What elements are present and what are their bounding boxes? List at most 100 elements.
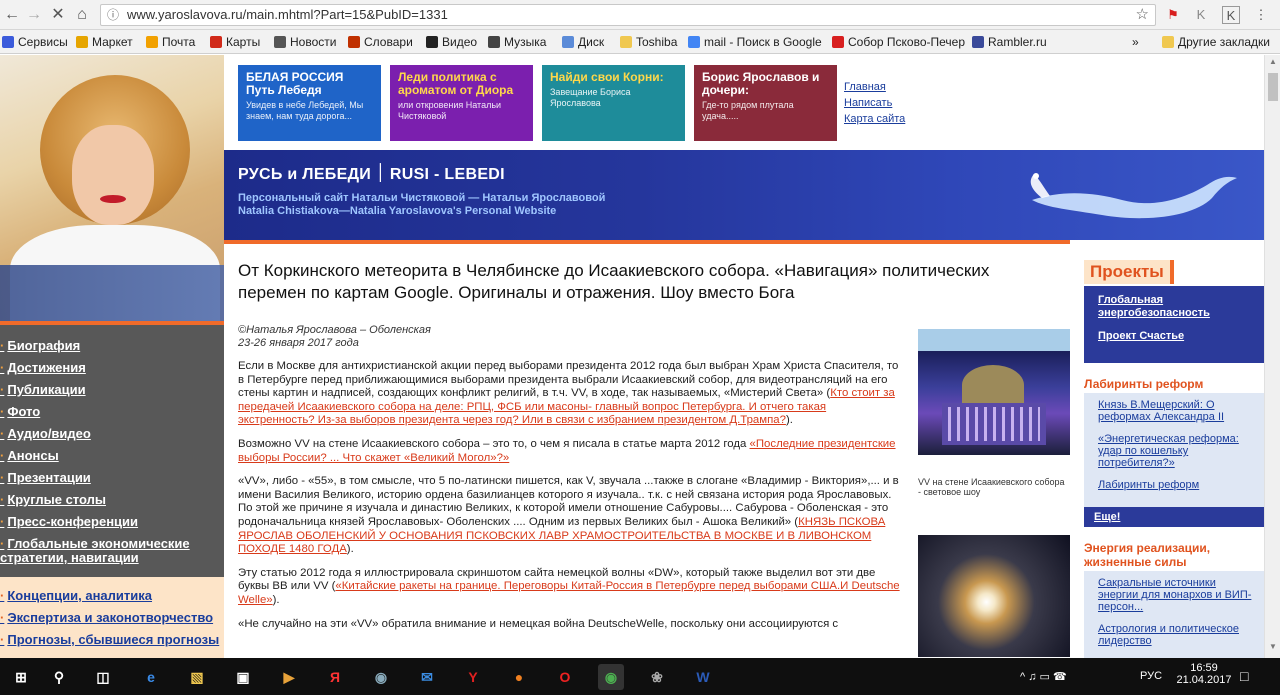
banner-find-roots[interactable]: Найди свои Корни: Завещание Бориса Яросл… — [542, 65, 685, 141]
media-icon[interactable]: ▶ — [276, 664, 302, 690]
bookmark-rambler[interactable]: Rambler.ru — [972, 34, 1047, 50]
bookmark-maps[interactable]: Карты — [210, 34, 260, 50]
search-icon[interactable]: ⚲ — [46, 664, 72, 690]
link-sitemap[interactable]: Карта сайта — [844, 111, 905, 127]
scroll-up-icon[interactable]: ▲ — [1265, 57, 1280, 71]
paragraph-1: Если в Москве для антихристианской акции… — [238, 360, 899, 427]
bookmarks-bar: Сервисы Маркет Почта Карты Новости Слова… — [0, 30, 1280, 54]
article-byline: ©Наталья Ярославова – Оболенская 23-26 я… — [238, 324, 431, 349]
paragraph-2: Возможно VV на стене Исаакиевского собор… — [238, 437, 896, 464]
app-circle-icon[interactable]: ◉ — [368, 664, 394, 690]
more-link[interactable]: Еще! — [1084, 507, 1264, 527]
reform-link-3[interactable]: Лабиринты реформ — [1098, 479, 1256, 491]
isaac-cathedral-image — [918, 351, 1070, 455]
bookmark-sobor[interactable]: Собор Псково-Печер — [832, 34, 965, 50]
bookmark-google[interactable]: mail - Поиск в Google — [688, 34, 822, 50]
banner-boris-yaroslavov[interactable]: Борис Ярославов и дочери: Где-то рядом п… — [694, 65, 837, 141]
home-icon[interactable]: ⌂ — [72, 5, 92, 25]
top-links: Главная Написать Карта сайта — [844, 79, 905, 127]
paragraph-4: Эту статью 2012 года я иллюстрировала ск… — [238, 566, 900, 606]
apps-icon — [2, 36, 14, 48]
bookmark-star-icon[interactable]: ☆ — [1136, 5, 1149, 25]
nav-round-tables[interactable]: · Круглые столы — [0, 489, 224, 511]
project-happiness[interactable]: Проект Счастье — [1098, 330, 1254, 343]
paint-icon[interactable]: ❀ — [644, 664, 670, 690]
extension-k-icon[interactable]: K — [1192, 6, 1210, 24]
notifications-icon[interactable]: □ — [1240, 668, 1248, 684]
clock[interactable]: 16:59 21.04.2017 — [1176, 662, 1232, 686]
scroll-down-icon[interactable]: ▼ — [1265, 642, 1280, 656]
banner-strip: БЕЛАЯ РОССИЯ Путь Лебедя Увидев в небе Л… — [224, 55, 1264, 150]
bookmark-music[interactable]: Музыка — [488, 34, 546, 50]
banner-lady-politics[interactable]: Леди политика с ароматом от Диора или от… — [390, 65, 533, 141]
scrollbar[interactable]: ▲ ▼ — [1264, 55, 1280, 658]
back-icon[interactable]: ← — [2, 5, 22, 25]
nav-forecasts[interactable]: · Прогнозы, сбывшиеся прогнозы — [0, 629, 224, 651]
site-subtitle: Персональный сайт Натальи Чистяковой — Н… — [238, 192, 606, 217]
word-icon[interactable]: W — [690, 664, 716, 690]
bookmark-mail[interactable]: Почта — [146, 34, 195, 50]
nav-biography[interactable]: · Биография — [0, 335, 224, 357]
tray-icons[interactable]: ^ ♫ ▭ ☎ — [1020, 670, 1067, 683]
article-figure: VV на стене Исаакиевского собора - свето… — [918, 329, 1070, 657]
article-link-4[interactable]: «Китайские ракеты на границе. Переговоры… — [238, 580, 900, 606]
reform-link-1[interactable]: Князь В.Мещерский: О реформах Александра… — [1098, 399, 1256, 423]
bookmark-market[interactable]: Маркет — [76, 34, 133, 50]
info-icon[interactable]: ⓘ — [107, 5, 119, 25]
left-nav-secondary: · Концепции, аналитика · Экспертиза и зако… — [0, 577, 224, 658]
bookmark-toshiba[interactable]: Toshiba — [620, 34, 677, 50]
scroll-thumb[interactable] — [1268, 73, 1278, 101]
energy-link-1[interactable]: Сакральные источники энергии для монархо… — [1098, 577, 1256, 613]
mail-app-icon[interactable]: ✉ — [414, 664, 440, 690]
extension-bookmark-icon[interactable]: ⚑ — [1164, 6, 1182, 24]
stop-icon[interactable]: ✕ — [48, 5, 68, 25]
nav-achievements[interactable]: · Достижения — [0, 357, 224, 379]
energy-link-2[interactable]: Астрология и политическое лидерство — [1098, 623, 1256, 647]
link-write[interactable]: Написать — [844, 95, 905, 111]
link-home[interactable]: Главная — [844, 79, 905, 95]
language-indicator[interactable]: РУС — [1140, 670, 1162, 682]
windows-start-icon[interactable]: ⊞ — [8, 664, 34, 690]
meteorite-image — [918, 535, 1070, 657]
nav-press-conferences[interactable]: · Пресс-конференции — [0, 511, 224, 533]
bookmark-video[interactable]: Видео — [426, 34, 477, 50]
address-bar[interactable]: ⓘ www.yaroslavova.ru/main.mhtml?Part=15&… — [100, 4, 1156, 26]
project-energy-security[interactable]: Глобальная энергобезопасность — [1098, 294, 1254, 320]
nav-publications[interactable]: · Публикации — [0, 379, 224, 401]
banner-white-russia[interactable]: БЕЛАЯ РОССИЯ Путь Лебедя Увидев в небе Л… — [238, 65, 381, 141]
projects-list: Глобальная энергобезопасность Проект Сча… — [1084, 286, 1264, 363]
yandex-icon[interactable]: Y — [460, 664, 486, 690]
app-orange-icon[interactable]: ● — [506, 664, 532, 690]
bookmarks-more-button[interactable]: » — [1132, 34, 1139, 50]
nav-expertise[interactable]: · Экспертиза и законотворчество — [0, 607, 224, 629]
chrome-icon[interactable]: ◉ — [598, 664, 624, 690]
other-bookmarks[interactable]: Другие закладки — [1162, 34, 1270, 50]
paragraph-3: «VV», либо - «55», в том смысле, что 5 п… — [238, 475, 899, 556]
bookmark-services[interactable]: Сервисы — [2, 34, 68, 50]
file-explorer-icon[interactable]: ▧ — [184, 664, 210, 690]
bookmark-dictionaries[interactable]: Словари — [348, 34, 413, 50]
yandex-browser-icon[interactable]: Я — [322, 664, 348, 690]
edge-icon[interactable]: e — [138, 664, 164, 690]
web-page: · Биография · Достижения · Публикации · Фото… — [0, 55, 1264, 658]
extension-box-icon[interactable]: K — [1222, 6, 1240, 24]
opera-icon[interactable]: O — [552, 664, 578, 690]
task-view-icon[interactable]: ◫ — [90, 664, 116, 690]
reform-link-2[interactable]: «Энергетическая реформа: удар по кошельк… — [1098, 433, 1256, 469]
nav-global-strategies[interactable]: · Глобальные экономические стратегии, нав… — [0, 537, 224, 565]
nav-photo[interactable]: · Фото — [0, 401, 224, 423]
mail-icon — [146, 36, 158, 48]
site-title: РУСЬ и ЛЕБЕДИ ׀ RUSI - LEBEDI — [238, 166, 505, 183]
nav-audio-video[interactable]: · Аудио/видео — [0, 423, 224, 445]
url-text: www.yaroslavova.ru/main.mhtml?Part=15&Pu… — [127, 7, 448, 22]
nav-concepts[interactable]: · Концепции, аналитика — [0, 585, 224, 607]
nav-announcements[interactable]: · Анонсы — [0, 445, 224, 467]
bookmark-disk[interactable]: Диск — [562, 34, 604, 50]
nav-presentations[interactable]: · Презентации — [0, 467, 224, 489]
store-icon[interactable]: ▣ — [230, 664, 256, 690]
menu-icon[interactable]: ⋮ — [1252, 6, 1270, 24]
maps-icon — [210, 36, 222, 48]
forward-icon[interactable]: → — [24, 5, 44, 25]
taskbar: ⊞ ⚲ ◫ e ▧ ▣ ▶ Я ◉ ✉ Y ● O ◉ ❀ W ^ ♫ ▭ ☎ … — [0, 658, 1280, 695]
bookmark-news[interactable]: Новости — [274, 34, 336, 50]
